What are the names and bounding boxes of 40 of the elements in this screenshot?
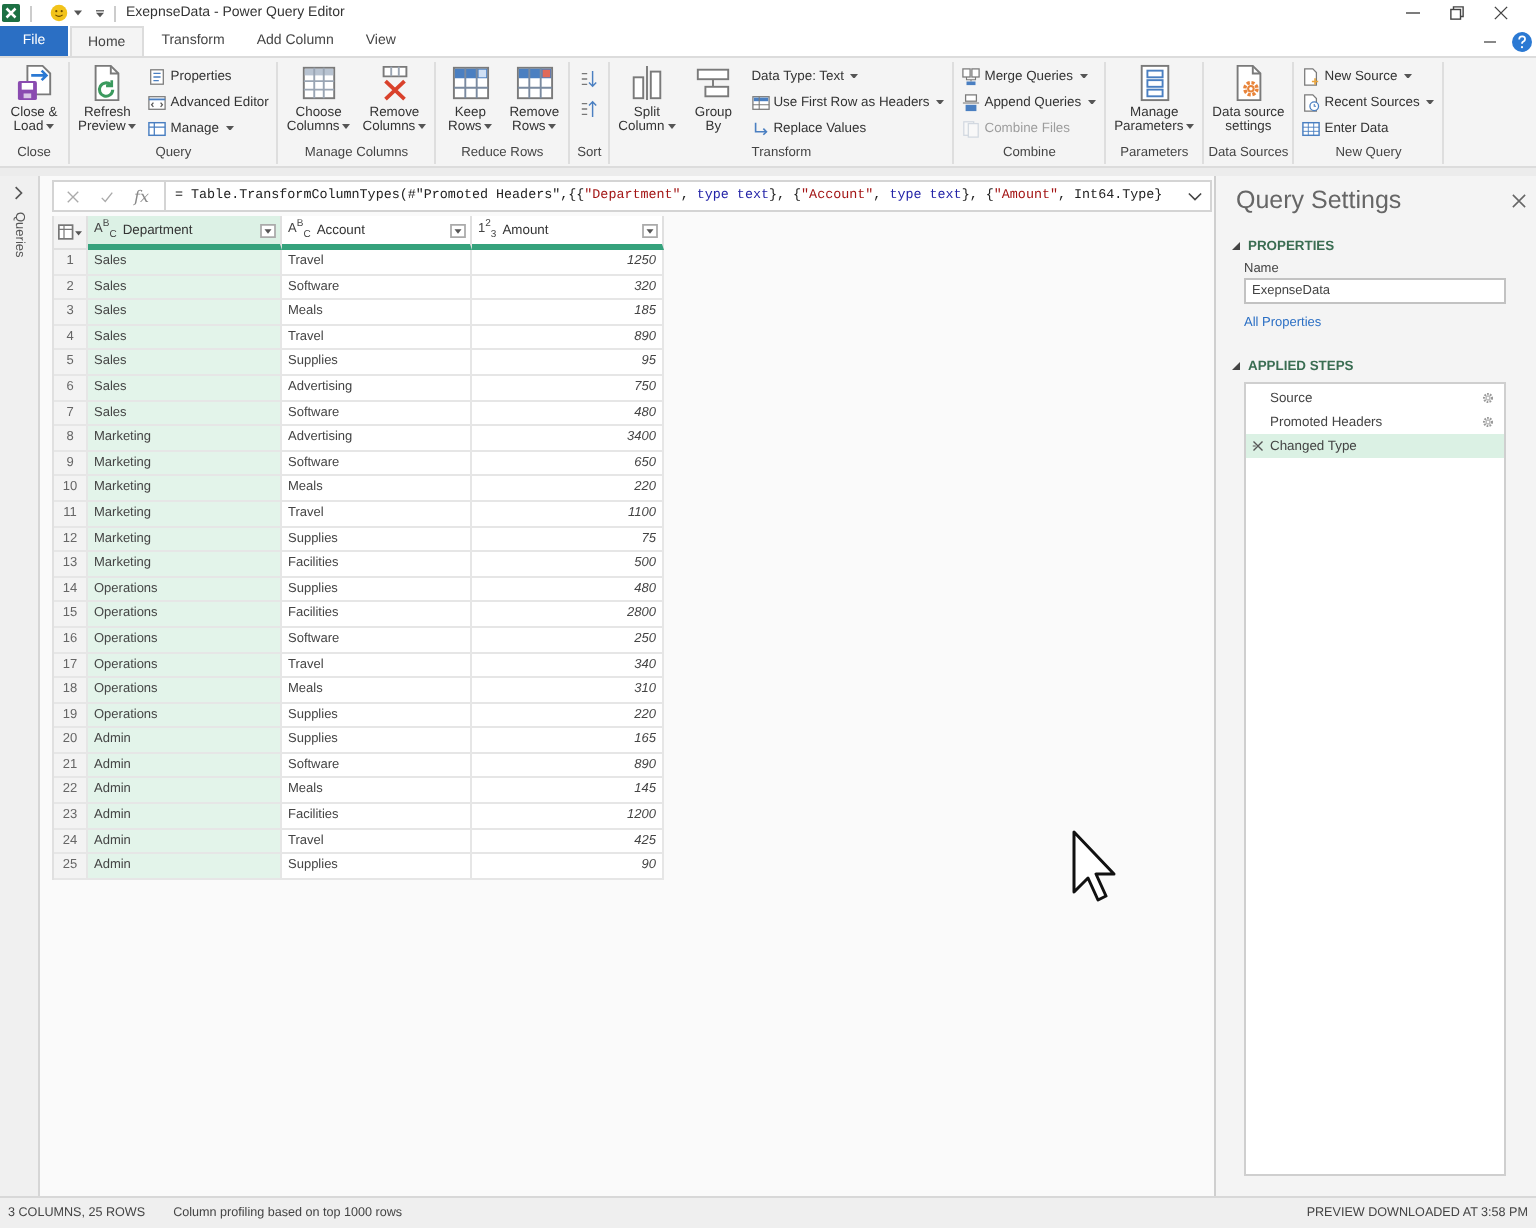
- table-columns-icon: [299, 64, 338, 102]
- help-icon[interactable]: [1512, 31, 1532, 51]
- table-icon: [148, 119, 167, 137]
- header-table-icon: [751, 93, 770, 111]
- customize-caret-icon[interactable]: [96, 9, 104, 17]
- gear-icon[interactable]: [1482, 392, 1494, 404]
- document-clock-icon: [1302, 93, 1321, 111]
- document-plus-icon: [1302, 67, 1321, 85]
- stacked-files-icon: [962, 119, 981, 137]
- expand-triangle-icon[interactable]: [1232, 242, 1240, 250]
- gear-icon[interactable]: [1482, 416, 1494, 428]
- sort-descending-icon[interactable]: [580, 100, 599, 118]
- mouse-pointer-icon: [1072, 830, 1116, 904]
- close-icon[interactable]: [1512, 193, 1526, 207]
- expand-triangle-icon[interactable]: [1232, 362, 1240, 370]
- append-tables-icon: [962, 93, 981, 111]
- dropdown-arrow-icon[interactable]: [642, 223, 658, 237]
- minimize-icon[interactable]: [1406, 6, 1420, 20]
- replace-arrow-icon: [751, 119, 770, 137]
- merge-tables-icon: [962, 67, 981, 85]
- close-icon[interactable]: [1494, 6, 1508, 20]
- code-window-icon: [148, 93, 167, 111]
- table-highlighted-rows-icon: [451, 64, 490, 102]
- delete-icon[interactable]: [1252, 440, 1264, 452]
- pane-title: Query Settings: [1236, 186, 1404, 214]
- table-grid-icon: [1302, 119, 1321, 137]
- restore-icon[interactable]: [1450, 6, 1464, 20]
- parameter-list-icon: [1135, 64, 1174, 102]
- dropdown-arrow-icon[interactable]: [450, 223, 466, 237]
- caret-icon[interactable]: [74, 10, 82, 16]
- grouped-boxes-icon: [694, 64, 733, 102]
- document-disk-icon: [15, 64, 53, 102]
- smiley-icon[interactable]: [50, 4, 68, 22]
- document-lines-icon: [148, 67, 167, 85]
- table-marked-cell-icon: [515, 64, 554, 102]
- sort-ascending-icon[interactable]: [580, 70, 599, 88]
- split-bars-icon: [627, 64, 666, 102]
- chevron-icon[interactable]: [14, 186, 24, 200]
- table-menu-icon[interactable]: [58, 224, 82, 240]
- dropdown-arrow-icon[interactable]: [260, 223, 276, 237]
